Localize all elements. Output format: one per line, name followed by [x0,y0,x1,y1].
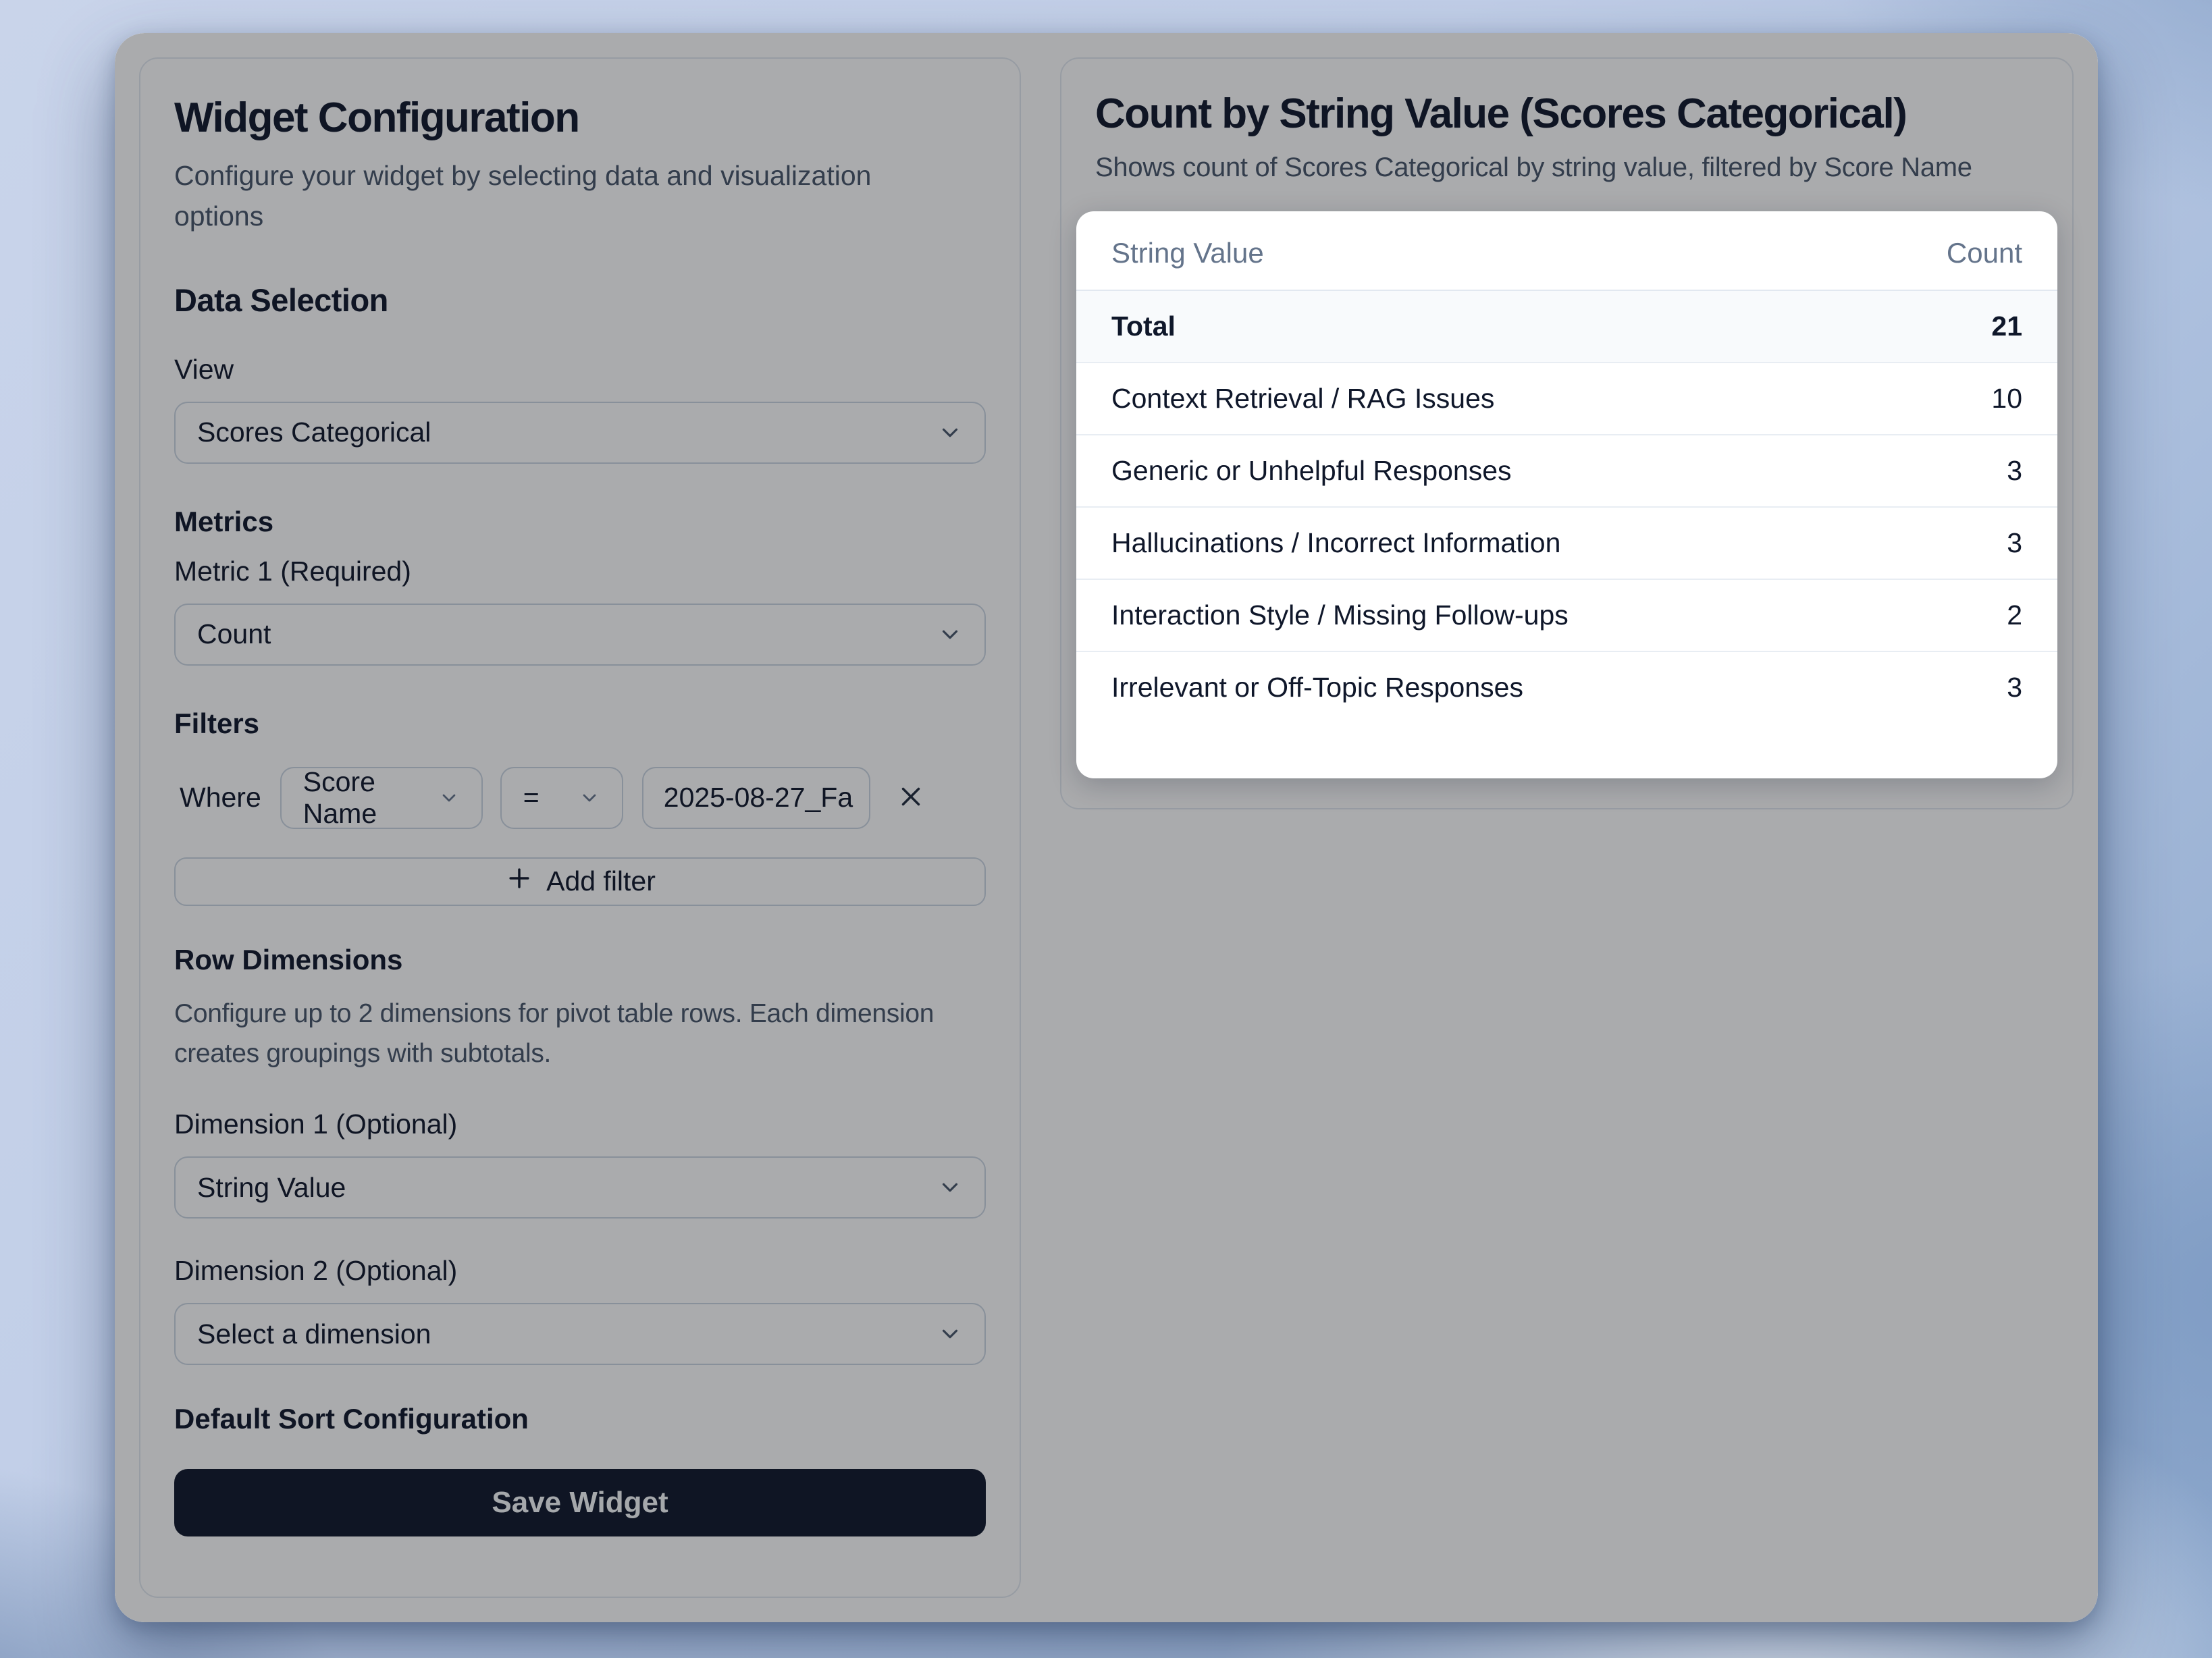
column-header-count: Count [1947,237,2022,269]
add-filter-label: Add filter [546,865,656,897]
view-label: View [174,354,986,385]
table-cell-string-value: Total [1111,311,1176,342]
view-select[interactable]: Scores Categorical [174,402,986,464]
filter-operator-select[interactable]: = [500,767,623,829]
row-dimensions-heading: Row Dimensions [174,944,986,976]
table-cell-count: 21 [1991,311,2022,342]
table-cell-count: 3 [2007,527,2022,559]
dimension2-select-value: Select a dimension [197,1318,431,1350]
dimension2-select[interactable]: Select a dimension [174,1303,986,1365]
table-row: Hallucinations / Incorrect Information 3 [1076,506,2057,579]
table-cell-count: 10 [1991,383,2022,414]
table-body: Total 21 Context Retrieval / RAG Issues … [1076,290,2057,723]
chevron-down-icon [438,787,460,809]
table-row: Irrelevant or Off-Topic Responses 3 [1076,651,2057,723]
table-cell-string-value: Interaction Style / Missing Follow-ups [1111,599,1569,631]
widget-configuration-card: Widget Configuration Configure your widg… [139,57,1021,1598]
chevron-down-icon [937,1175,963,1200]
filter-column-select[interactable]: Score Name [280,767,483,829]
table-row: Interaction Style / Missing Follow-ups 2 [1076,579,2057,651]
dimension1-select-value: String Value [197,1172,346,1204]
table-row: Generic or Unhelpful Responses 3 [1076,434,2057,506]
data-selection-heading: Data Selection [174,282,986,319]
dimension2-label: Dimension 2 (Optional) [174,1255,986,1287]
dimension1-label: Dimension 1 (Optional) [174,1108,986,1140]
filter-row: Where Score Name = 2025-08-27_Fa [174,767,986,829]
preview-title: Count by String Value (Scores Categorica… [1095,90,2038,138]
filters-heading: Filters [174,707,986,740]
metric1-select[interactable]: Count [174,604,986,666]
row-dimensions-help: Configure up to 2 dimensions for pivot t… [174,994,986,1074]
chevron-down-icon [937,622,963,647]
page-subtitle: Configure your widget by selecting data … [174,155,917,237]
widget-preview-card: Count by String Value (Scores Categorica… [1060,57,2074,809]
default-sort-heading: Default Sort Configuration [174,1403,986,1435]
view-select-value: Scores Categorical [197,417,431,448]
table-cell-string-value: Hallucinations / Incorrect Information [1111,527,1560,559]
filter-operator-value: = [523,782,539,813]
dimension1-select[interactable]: String Value [174,1156,986,1219]
metric1-label: Metric 1 (Required) [174,556,986,587]
pivot-table: String Value Count Total 21 Context Retr… [1076,211,2057,778]
widget-configuration-dialog: Widget Configuration Configure your widg… [115,33,2098,1622]
table-cell-string-value: Context Retrieval / RAG Issues [1111,383,1494,414]
column-header-string-value: String Value [1111,237,1264,269]
remove-filter-button[interactable] [891,778,931,818]
preview-subtitle: Shows count of Scores Categorical by str… [1095,153,2038,183]
chevron-down-icon [937,1321,963,1347]
table-cell-count: 3 [2007,455,2022,487]
close-icon [895,781,926,814]
filter-column-value: Score Name [303,766,425,830]
add-filter-button[interactable]: Add filter [174,857,986,906]
save-widget-button[interactable]: Save Widget [174,1469,986,1536]
metric1-select-value: Count [197,618,271,650]
table-cell-string-value: Irrelevant or Off-Topic Responses [1111,672,1523,703]
page-title: Widget Configuration [174,94,986,142]
chevron-down-icon [579,787,600,809]
filter-value-input[interactable]: 2025-08-27_Fa [642,767,870,829]
plus-icon [504,863,534,900]
table-cell-string-value: Generic or Unhelpful Responses [1111,455,1512,487]
filter-where-label: Where [180,782,261,813]
table-header-row: String Value Count [1076,211,2057,290]
table-row: Total 21 [1076,290,2057,362]
table-cell-count: 3 [2007,672,2022,703]
chevron-down-icon [937,420,963,446]
table-row: Context Retrieval / RAG Issues 10 [1076,362,2057,434]
table-cell-count: 2 [2007,599,2022,631]
metrics-heading: Metrics [174,506,986,538]
